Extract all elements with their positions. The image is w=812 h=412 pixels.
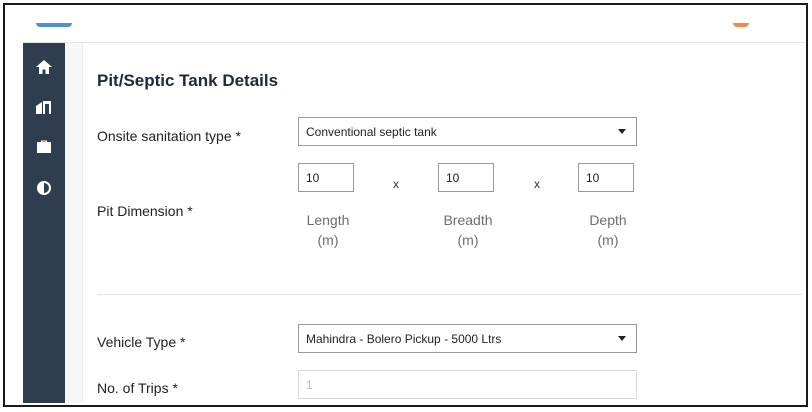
vehicle-type-select[interactable]: Mahindra - Bolero Pickup - 5000 Ltrs [298, 324, 637, 353]
breadth-name: Breadth [443, 212, 493, 228]
dimension-separator: x [534, 177, 540, 191]
vehicle-type-label: Vehicle Type * [97, 334, 186, 350]
building-icon[interactable] [34, 97, 54, 117]
breadth-unit: (m) [457, 232, 479, 248]
form-panel: Pit/Septic Tank Details Onsite sanitatio… [82, 43, 806, 403]
length-name: Length [306, 212, 350, 228]
sanitation-type-label: Onsite sanitation type * [97, 128, 241, 144]
depth-caption: Depth (m) [568, 210, 648, 250]
sanitation-type-select[interactable]: Conventional septic tank [298, 117, 637, 146]
drop-icon[interactable] [34, 178, 54, 198]
sidebar [23, 43, 68, 403]
length-unit: (m) [317, 232, 339, 248]
length-caption: Length (m) [288, 210, 368, 250]
sanitation-type-value: Conventional septic tank [306, 125, 437, 139]
user-avatar-edge[interactable] [733, 23, 749, 27]
chevron-down-icon [618, 129, 626, 134]
dimension-separator: x [393, 177, 399, 191]
pit-depth-input[interactable]: 10 [578, 163, 634, 192]
home-icon[interactable] [34, 57, 54, 77]
trips-input[interactable]: 1 [298, 370, 637, 399]
pit-length-input[interactable]: 10 [298, 163, 354, 192]
chevron-down-icon [618, 336, 626, 341]
briefcase-icon[interactable] [34, 137, 54, 157]
section-divider [97, 294, 803, 295]
trips-label: No. of Trips * [97, 380, 178, 396]
section-title: Pit/Septic Tank Details [97, 71, 279, 90]
app-window: Pit/Septic Tank Details Onsite sanitatio… [3, 3, 808, 407]
vehicle-type-value: Mahindra - Bolero Pickup - 5000 Ltrs [306, 332, 502, 346]
depth-unit: (m) [597, 232, 619, 248]
pit-dimension-label: Pit Dimension * [97, 203, 193, 219]
depth-name: Depth [589, 212, 627, 228]
breadth-caption: Breadth (m) [428, 210, 508, 250]
brand-logo-edge [36, 23, 72, 27]
pit-breadth-input[interactable]: 10 [438, 163, 494, 192]
main-content: Pit/Septic Tank Details Onsite sanitatio… [65, 43, 806, 403]
top-header [5, 5, 806, 43]
